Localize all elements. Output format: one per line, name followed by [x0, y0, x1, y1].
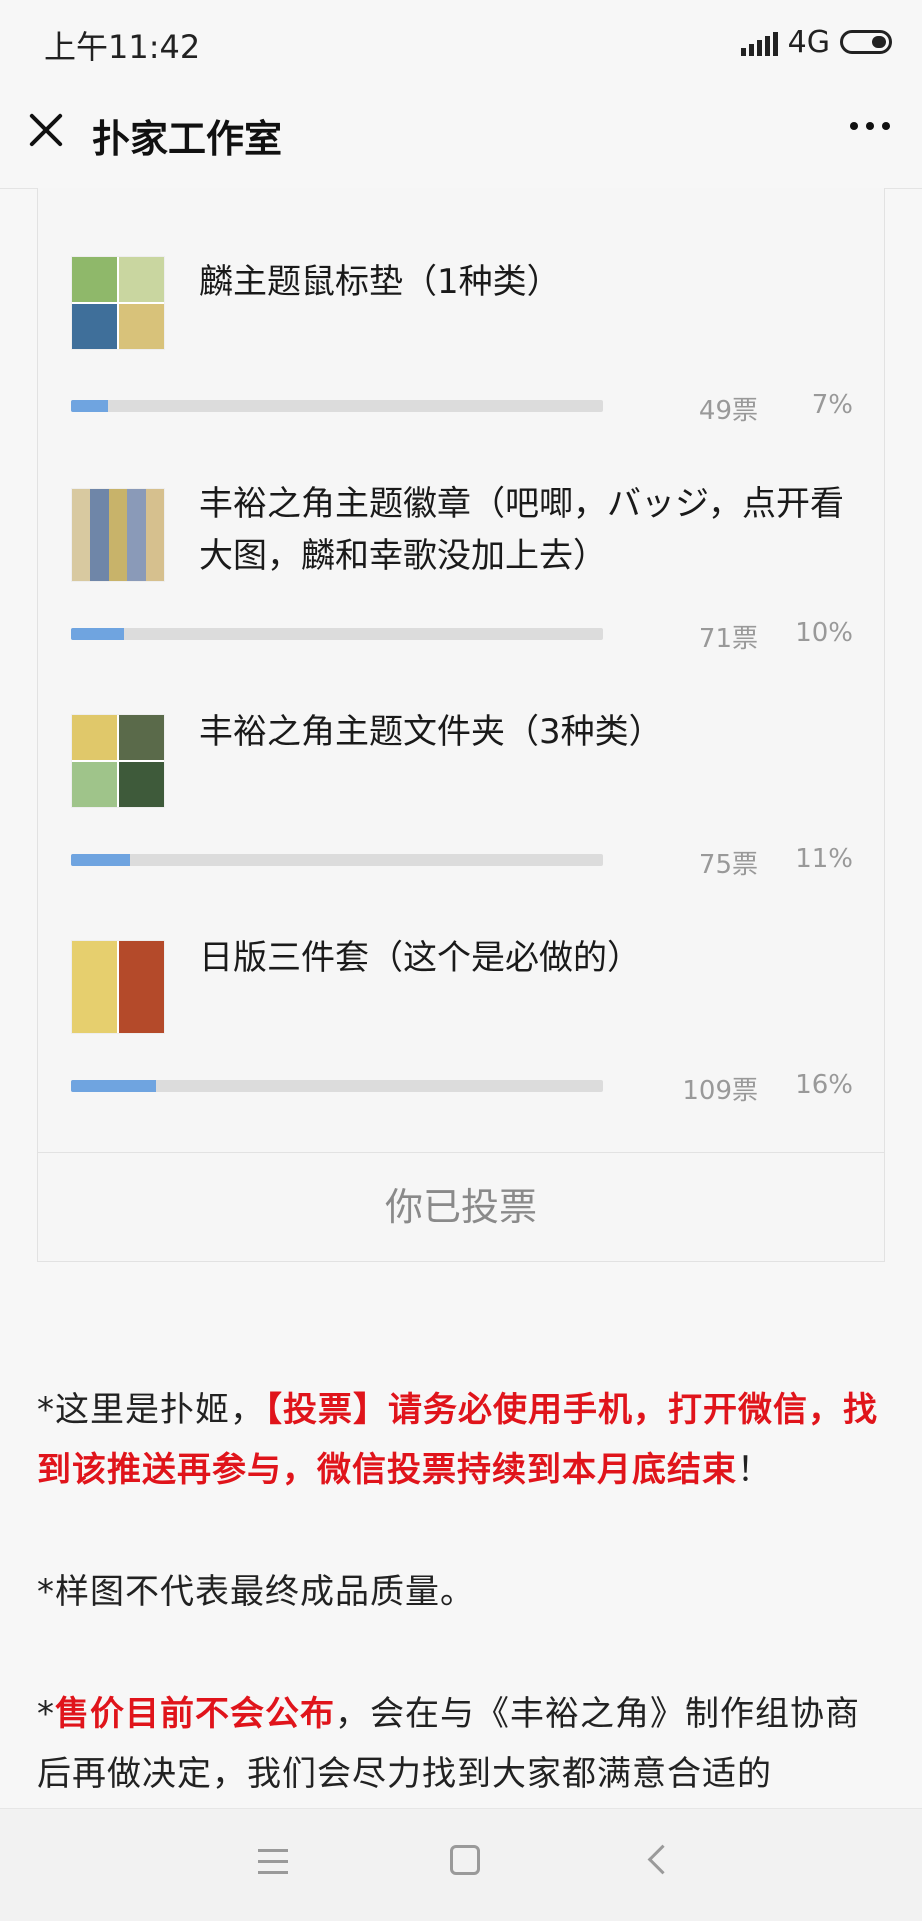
option-thumbnail	[71, 714, 165, 808]
vote-progress-fill	[71, 628, 125, 640]
vote-progress-bar	[71, 400, 603, 412]
back-icon[interactable]	[647, 1844, 678, 1875]
article-text: ！	[737, 1450, 772, 1490]
article-text: *这里是扑姬，	[37, 1390, 265, 1430]
vote-percent: 10%	[795, 618, 853, 648]
battery-icon	[840, 30, 892, 54]
home-icon[interactable]	[450, 1845, 480, 1875]
option-label: 丰裕之角主题徽章（吧唧，バッジ，点开看大图，麟和幸歌没加上去）	[199, 484, 844, 576]
status-bar: 上午11:42 4G	[0, 0, 922, 84]
option-label: 丰裕之角主题文件夹（3种类）	[199, 712, 663, 752]
network-type: 4G	[787, 24, 830, 60]
option-label: 日版三件套（这个是必做的）	[199, 938, 641, 978]
system-nav-bar	[0, 1808, 922, 1921]
article-paragraph: *样图不代表最终成品质量。	[37, 1572, 475, 1612]
vote-progress-fill	[71, 854, 130, 866]
vote-count: 75票	[698, 850, 758, 880]
article-body: *这里是扑姬，【投票】请务必使用手机，打开微信，找到该推送再参与，微信投票持续到…	[37, 1380, 887, 1866]
article-paragraph: *这里是扑姬，【投票】请务必使用手机，打开微信，找到该推送再参与，微信投票持续到…	[37, 1380, 887, 1500]
article-text: *	[37, 1694, 55, 1734]
vote-count: 49票	[698, 396, 758, 426]
option-label: 麟主题鼠标垫（1种类）	[199, 262, 561, 302]
nav-bar: 扑家工作室	[0, 84, 922, 189]
vote-percent: 11%	[795, 844, 853, 874]
vote-count: 71票	[698, 624, 758, 654]
option-thumbnail	[71, 940, 165, 1034]
vote-progress-bar	[71, 628, 603, 640]
close-icon[interactable]	[26, 110, 66, 150]
vote-percent: 7%	[811, 390, 853, 420]
vote-progress-fill	[71, 1080, 157, 1092]
option-thumbnail	[71, 488, 165, 582]
vote-percent: 16%	[795, 1070, 853, 1100]
vote-progress-bar	[71, 1080, 603, 1092]
menu-icon[interactable]	[258, 1849, 288, 1882]
poll-card: 麟主题鼠标垫（1种类） 49票 7% 丰裕之角主题徽章（吧唧，バッジ，点开看大图…	[37, 188, 885, 1262]
signal-icon	[740, 28, 778, 56]
page-title: 扑家工作室	[92, 117, 283, 161]
option-thumbnail	[71, 256, 165, 350]
status-icons: 4G	[740, 22, 892, 62]
vote-progress-bar	[71, 854, 603, 866]
status-time: 上午11:42	[44, 28, 201, 66]
vote-progress-fill	[71, 400, 109, 412]
voted-status: 你已投票	[38, 1152, 884, 1263]
more-icon[interactable]	[850, 122, 890, 130]
vote-count: 109票	[682, 1076, 758, 1106]
article-paragraph: *售价目前不会公布，会在与《丰裕之角》制作组协商后再做决定，我们会尽力找到大家都…	[37, 1684, 887, 1804]
article-highlight: 售价目前不会公布	[55, 1694, 335, 1734]
